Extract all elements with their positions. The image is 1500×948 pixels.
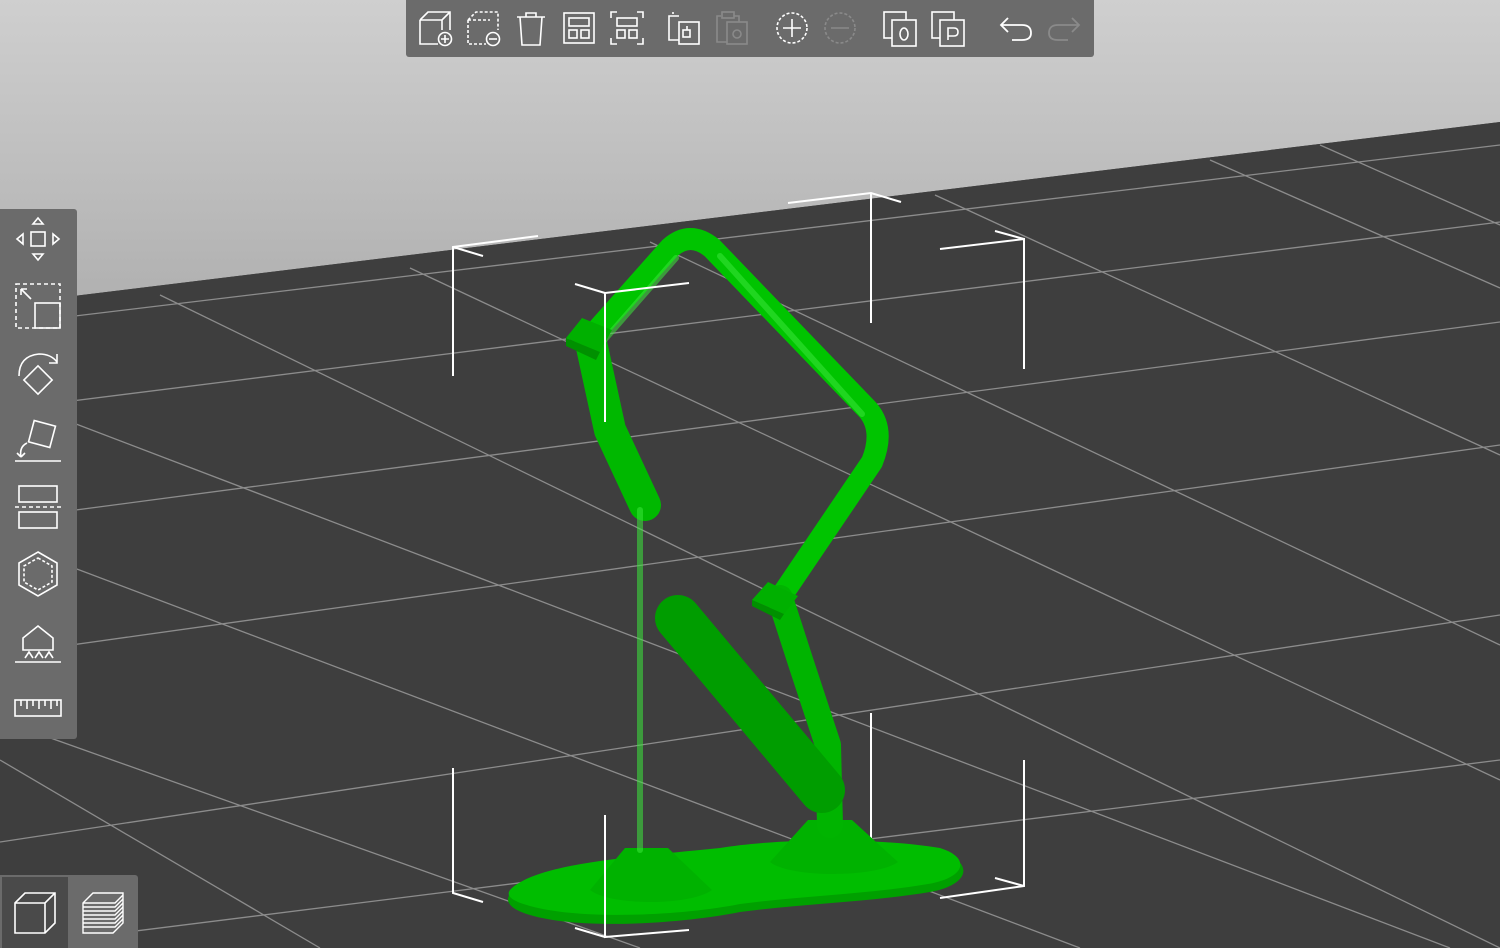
add-object-button[interactable] [414, 6, 458, 50]
delete-object-icon [467, 11, 501, 47]
top-toolbar [406, 0, 1094, 57]
measure-tool-button[interactable] [8, 678, 68, 738]
move-tool-button[interactable] [8, 209, 68, 269]
delete-object-button[interactable] [462, 6, 506, 50]
copy-button[interactable] [663, 6, 707, 50]
arrange-icon [563, 12, 595, 44]
hollow-tool-button[interactable] [8, 544, 68, 604]
scale-icon [15, 283, 61, 329]
delete-all-button[interactable] [509, 6, 553, 50]
redo-button[interactable] [1042, 6, 1086, 50]
split-parts-button[interactable] [926, 6, 970, 50]
paste-icon [716, 11, 748, 45]
plus-circle-icon [776, 12, 808, 44]
cut-tool-button[interactable] [8, 477, 68, 537]
hollow-icon [18, 551, 58, 597]
cube-icon [14, 891, 56, 934]
preview-button[interactable] [70, 877, 136, 948]
arrange-selection-icon [610, 11, 644, 45]
rotate-icon [18, 353, 58, 396]
view-toggle [0, 875, 138, 948]
rotate-tool-button[interactable] [8, 343, 68, 403]
add-instance-button[interactable] [770, 6, 814, 50]
remove-instance-button[interactable] [818, 6, 862, 50]
minus-circle-icon [824, 12, 856, 44]
trash-icon [517, 12, 545, 46]
split-objects-button[interactable] [878, 6, 922, 50]
split-objects-icon [883, 11, 917, 47]
split-parts-icon [931, 11, 965, 47]
layers-icon [82, 891, 124, 934]
left-toolbar [0, 209, 77, 739]
arrange-selection-button[interactable] [605, 6, 649, 50]
place-on-face-button[interactable] [8, 410, 68, 470]
undo-icon [999, 17, 1032, 41]
supports-tool-button[interactable] [8, 611, 68, 671]
scene [0, 0, 1500, 948]
redo-icon [1048, 17, 1081, 41]
cut-icon [15, 485, 61, 529]
copy-icon [668, 12, 700, 45]
arrange-button[interactable] [557, 6, 601, 50]
3d-view-button[interactable] [2, 877, 68, 948]
ruler-icon [14, 699, 62, 717]
paste-button[interactable] [711, 6, 755, 50]
undo-button[interactable] [994, 6, 1038, 50]
move-icon [15, 216, 61, 262]
scale-tool-button[interactable] [8, 276, 68, 336]
add-object-icon [419, 11, 453, 47]
place-on-face-icon [15, 419, 61, 462]
3d-viewport[interactable] [0, 0, 1500, 948]
supports-icon [15, 624, 61, 663]
